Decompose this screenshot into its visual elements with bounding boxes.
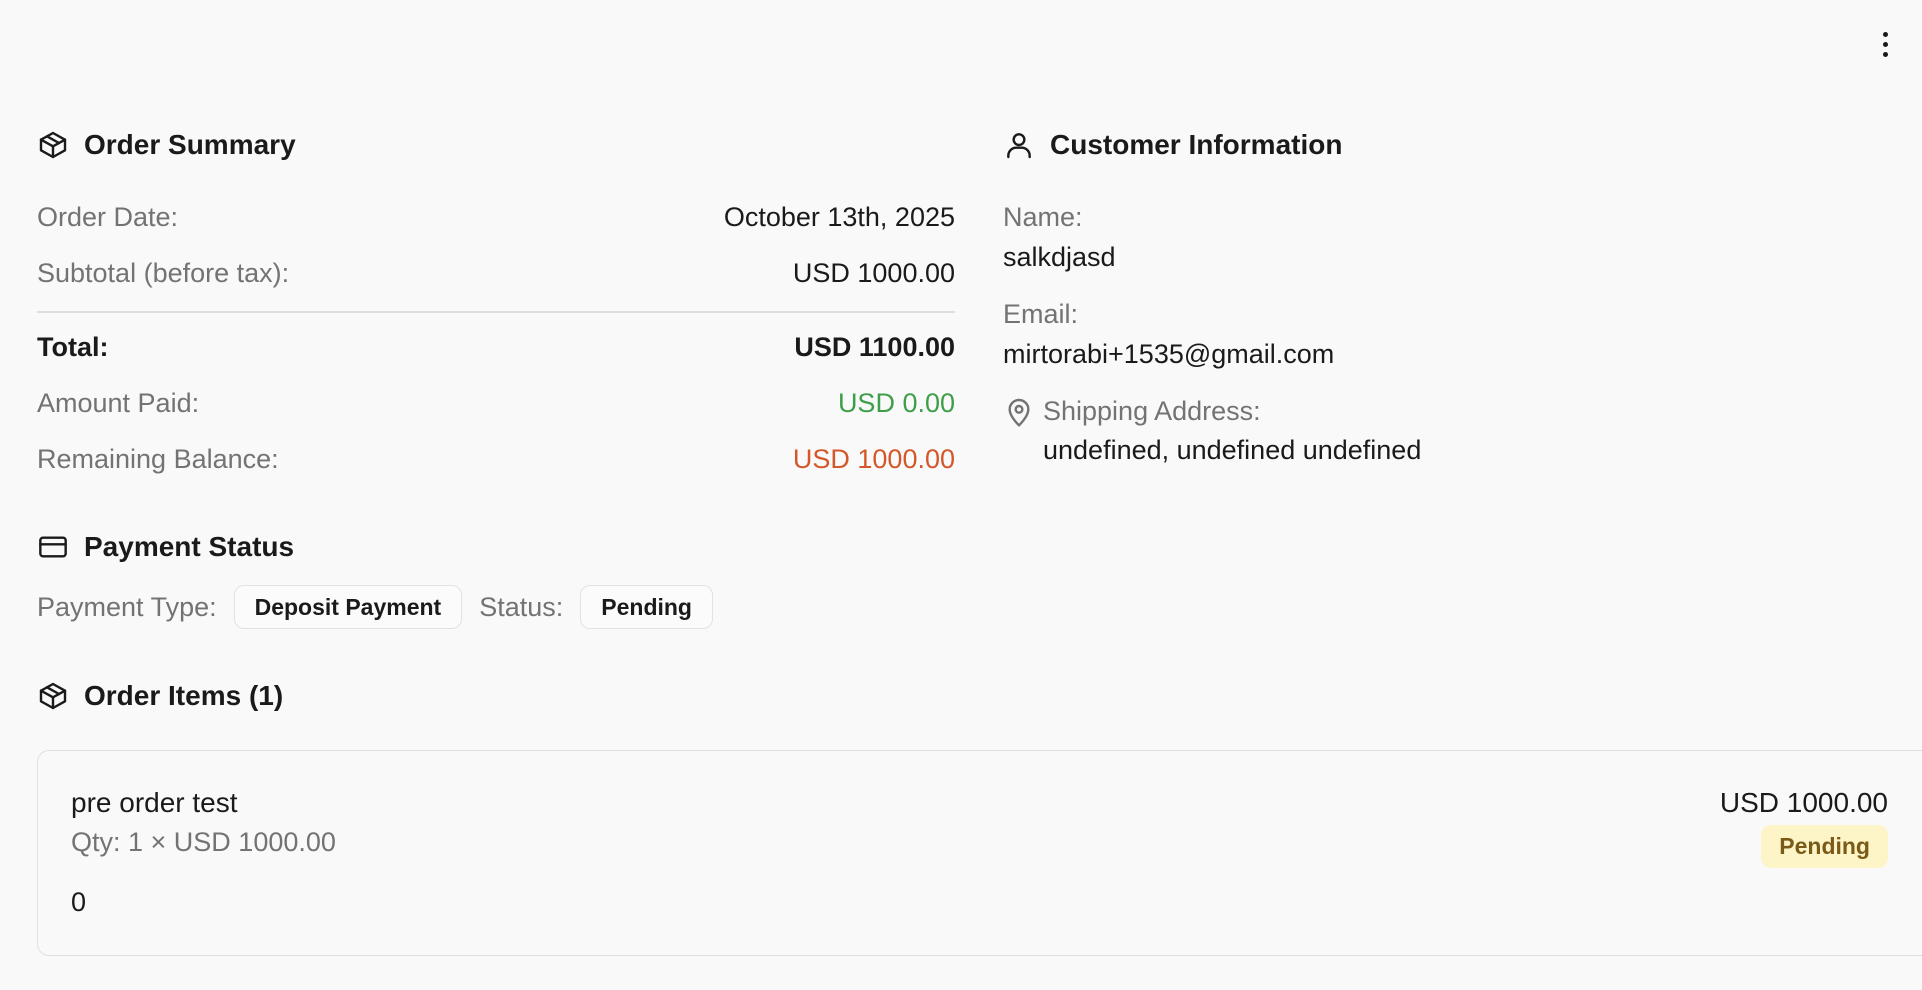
amount-paid-label: Amount Paid: (37, 388, 200, 418)
credit-card-icon (39, 536, 67, 558)
order-date-value: October 13th, 2025 (723, 202, 955, 232)
customer-name-label: Name: (1003, 202, 1083, 232)
map-pin-icon (1008, 398, 1030, 427)
more-options-button[interactable] (1870, 26, 1900, 62)
order-item-card: pre order test Qty: 1 × USD 1000.00 0 US… (37, 750, 1922, 956)
order-date-label: Order Date: (37, 202, 179, 232)
order-items-heading: Order Items (1) (37, 680, 283, 712)
amount-paid-value: USD 0.00 (837, 388, 955, 418)
summary-divider (37, 311, 955, 313)
payment-status-title: Payment Status (84, 531, 295, 562)
order-items-title: Order Items (1) (84, 680, 284, 711)
payment-status-heading: Payment Status (37, 531, 294, 563)
customer-name-value: salkdjasd (1003, 242, 1116, 272)
payment-status-row: Payment Type: Deposit Payment Status: Pe… (37, 584, 713, 630)
amount-paid-row: Amount Paid: USD 0.00 (37, 388, 955, 419)
subtotal-value: USD 1000.00 (792, 258, 955, 288)
customer-information-title: Customer Information (1050, 129, 1343, 160)
remaining-balance-row: Remaining Balance: USD 1000.00 (37, 444, 955, 475)
subtotal-label: Subtotal (before tax): (37, 258, 290, 288)
more-vertical-icon-dot (1882, 41, 1888, 47)
payment-type-badge: Deposit Payment (233, 585, 463, 629)
item-status-badge: Pending (1761, 825, 1888, 868)
total-row: Total: USD 1100.00 (37, 332, 955, 363)
order-date-row: Order Date: October 13th, 2025 (37, 202, 955, 233)
customer-email-value: mirtorabi+1535@gmail.com (1003, 339, 1335, 369)
total-value: USD 1100.00 (794, 332, 955, 362)
package-icon (39, 131, 67, 159)
customer-information-heading: Customer Information (1003, 129, 1342, 161)
subtotal-row: Subtotal (before tax): USD 1000.00 (37, 258, 955, 289)
more-vertical-icon (1882, 31, 1888, 37)
order-summary-title: Order Summary (84, 129, 296, 160)
item-price: USD 1000.00 (1719, 787, 1888, 818)
payment-type-label: Payment Type: (37, 591, 217, 622)
shipping-address-label: Shipping Address: (1043, 396, 1261, 426)
item-note: 0 (71, 887, 87, 917)
item-quantity: Qty: 1 × USD 1000.00 (71, 827, 336, 857)
payment-status-badge: Pending (580, 585, 713, 629)
shipping-address-value: undefined, undefined undefined (1043, 435, 1422, 465)
remaining-balance-value: USD 1000.00 (792, 444, 955, 474)
package-icon (39, 682, 67, 710)
order-details-page: Order Summary Order Date: October 13th, … (0, 0, 1922, 990)
user-icon (1007, 133, 1031, 159)
item-name: pre order test (71, 787, 238, 818)
total-label: Total: (37, 332, 109, 362)
remaining-balance-label: Remaining Balance: (37, 444, 279, 474)
order-summary-heading: Order Summary (37, 129, 296, 161)
payment-status-label: Status: (479, 591, 564, 622)
more-vertical-icon-dot (1882, 51, 1888, 57)
customer-email-label: Email: (1003, 299, 1079, 329)
